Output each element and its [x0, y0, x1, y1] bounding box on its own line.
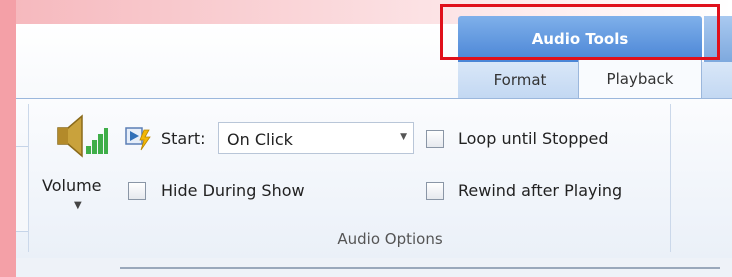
- hide-during-show-checkbox[interactable]: [128, 182, 146, 200]
- group-label-audio-options: Audio Options: [337, 230, 443, 248]
- loop-label[interactable]: Loop until Stopped: [458, 129, 609, 148]
- group-separator: [670, 104, 671, 252]
- start-dropdown[interactable]: On Click ▼: [218, 122, 414, 154]
- rewind-label[interactable]: Rewind after Playing: [458, 181, 622, 200]
- tab-format[interactable]: Format: [472, 62, 568, 98]
- chevron-down-icon[interactable]: ▼: [74, 200, 82, 211]
- highlight-annotation-box: [440, 4, 720, 60]
- tab-playback[interactable]: Playback: [578, 58, 702, 103]
- left-edge-strip: [0, 0, 16, 277]
- rewind-checkbox[interactable]: [426, 182, 444, 200]
- group-separator: [28, 104, 29, 252]
- chevron-down-icon[interactable]: ▼: [400, 132, 407, 142]
- ribbon-bottom-border: [120, 267, 720, 269]
- speaker-icon[interactable]: [52, 108, 108, 164]
- play-animation-icon: [125, 127, 151, 151]
- loop-checkbox[interactable]: [426, 130, 444, 148]
- volume-button-label[interactable]: Volume: [42, 176, 102, 195]
- hide-during-show-label[interactable]: Hide During Show: [161, 181, 305, 200]
- start-dropdown-value: On Click: [227, 130, 293, 149]
- start-label: Start:: [161, 129, 206, 148]
